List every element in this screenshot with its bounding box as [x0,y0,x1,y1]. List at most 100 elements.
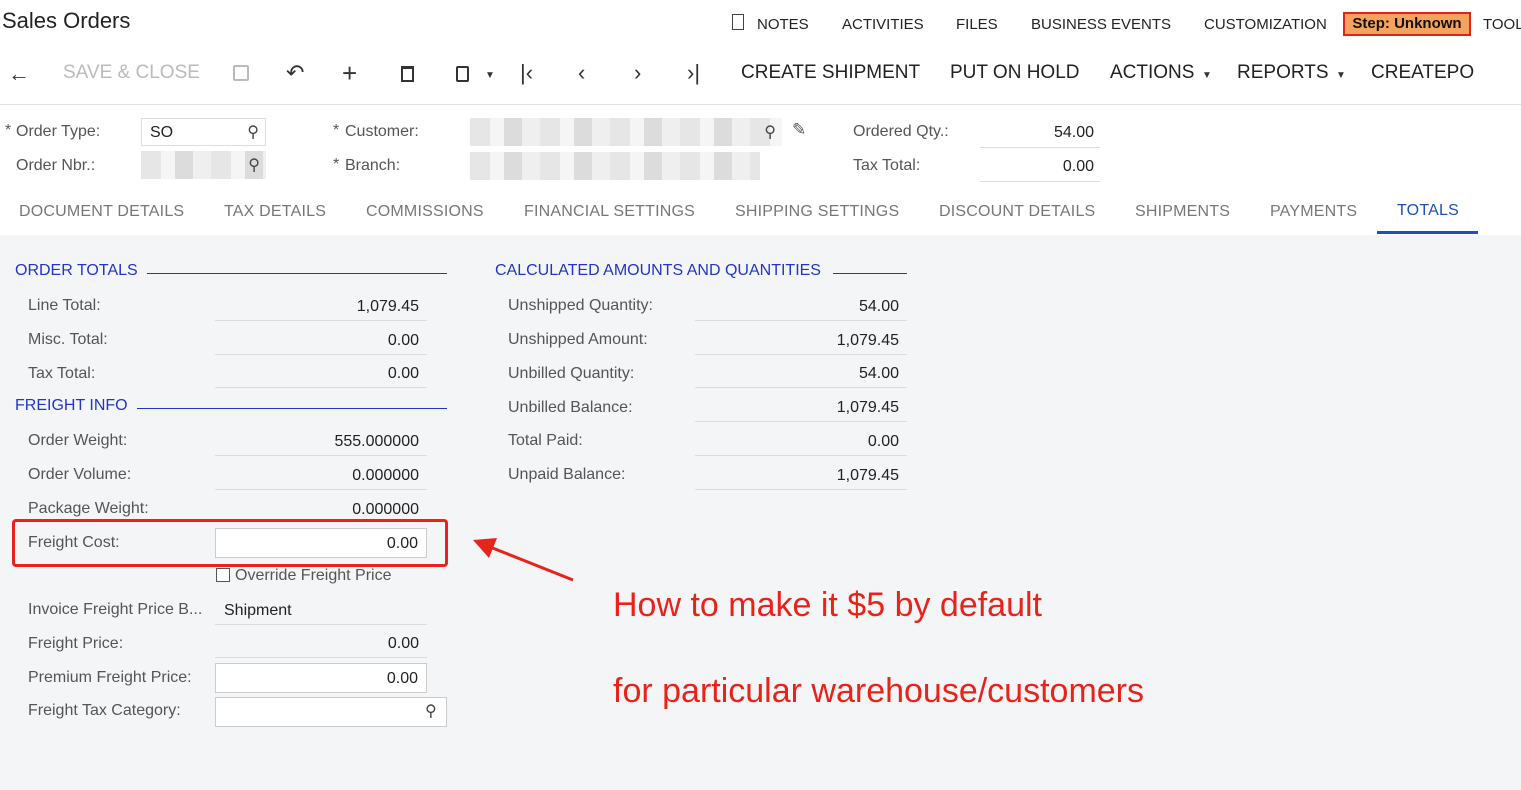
tax-total-value: 0.00 [387,365,419,382]
undo-icon[interactable]: ↶ [286,60,304,86]
annotation-arrow-icon [473,538,574,582]
underline [695,354,907,355]
underline [695,455,907,456]
override-freight-price-label: Override Freight Price [235,567,392,584]
createpo-button[interactable]: CREATEPO [1371,62,1474,84]
section-divider [137,408,447,409]
tax-total-value: 0.00 [1062,158,1094,175]
create-shipment-button[interactable]: CREATE SHIPMENT [741,62,920,84]
files-link[interactable]: FILES [956,16,998,33]
tab-commissions[interactable]: COMMISSIONS [366,203,484,221]
copy-paste-icon[interactable] [456,66,469,82]
tab-document-details[interactable]: DOCUMENT DETAILS [19,203,184,221]
total-paid-value: 0.00 [867,433,899,450]
put-on-hold-button[interactable]: PUT ON HOLD [950,62,1080,84]
section-divider [833,273,907,274]
add-icon[interactable]: + [342,58,357,89]
section-order-totals: ORDER TOTALS [15,262,138,279]
step-badge: Step: Unknown [1343,12,1471,36]
search-icon[interactable]: ⚲ [425,701,437,721]
delete-icon[interactable] [401,66,414,82]
unbilled-quantity-value: 54.00 [858,365,899,382]
tab-tax-details[interactable]: TAX DETAILS [224,203,326,221]
underline [215,624,427,625]
tab-payments[interactable]: PAYMENTS [1270,203,1357,221]
last-record-icon[interactable]: ›| [687,60,700,86]
order-volume-label: Order Volume: [28,466,132,483]
save-icon[interactable] [233,65,249,81]
freight-tax-category-input[interactable] [215,697,447,727]
tab-financial-settings[interactable]: FINANCIAL SETTINGS [524,203,695,221]
tab-discount-details[interactable]: DISCOUNT DETAILS [939,203,1095,221]
annotation-text-line1: How to make it $5 by default [613,586,1043,624]
customization-link[interactable]: CUSTOMIZATION [1204,16,1327,33]
tools-link[interactable]: TOOL [1483,16,1521,33]
notes-link[interactable]: NOTES [757,16,809,33]
search-icon[interactable]: ⚲ [247,122,259,142]
line-total-value: 1,079.45 [356,298,419,315]
section-calculated-amounts: CALCULATED AMOUNTS AND QUANTITIES [495,262,821,279]
order-weight-value: 555.000000 [334,433,419,450]
ordered-qty-label: Ordered Qty.: [853,123,949,140]
actions-menu[interactable]: ACTIONS [1110,62,1194,84]
freight-tax-category-label: Freight Tax Category: [28,702,181,719]
order-type-field[interactable]: SO ⚲ [141,118,266,146]
tax-total-label: Tax Total: [853,157,921,174]
search-icon[interactable]: ⚲ [764,122,776,142]
customer-label: Customer: [345,123,419,140]
previous-record-icon[interactable]: ‹ [578,60,585,86]
underline [215,387,427,388]
edit-icon[interactable]: ✎ [792,120,806,140]
required-mark: * [333,156,340,173]
override-freight-price-checkbox[interactable] [216,568,230,582]
toolbar-divider [0,104,1521,105]
branch-field[interactable] [470,152,760,180]
required-mark: * [5,122,12,139]
tab-totals[interactable]: TOTALS [1397,202,1459,220]
active-tab-indicator [1377,231,1478,234]
premium-freight-price-input[interactable]: 0.00 [215,663,427,693]
ordered-qty-value: 54.00 [1053,124,1094,141]
underline [695,387,907,388]
first-record-icon[interactable]: |‹ [520,60,533,86]
underline [695,421,907,422]
tab-shipping-settings[interactable]: SHIPPING SETTINGS [735,203,899,221]
order-nbr-label: Order Nbr.: [16,157,96,174]
unshipped-amount-value: 1,079.45 [836,332,899,349]
unbilled-balance-label: Unbilled Balance: [508,399,633,416]
activities-link[interactable]: ACTIVITIES [842,16,924,33]
customer-field[interactable]: ⚲ [470,118,782,146]
back-arrow-icon[interactable]: ← [8,61,30,87]
unshipped-quantity-label: Unshipped Quantity: [508,297,653,314]
underline [215,354,427,355]
unbilled-quantity-label: Unbilled Quantity: [508,365,635,382]
freight-price-value: 0.00 [387,635,419,652]
order-volume-value: 0.000000 [352,467,419,484]
page-title: Sales Orders [2,8,131,33]
search-icon[interactable]: ⚲ [248,155,260,175]
order-nbr-field[interactable]: ⚲ [141,151,266,179]
underline [215,455,427,456]
chevron-down-icon[interactable]: ▼ [485,70,495,81]
misc-total-value: 0.00 [387,332,419,349]
save-close-button[interactable]: SAVE & CLOSE [63,62,200,84]
unbilled-balance-value: 1,079.45 [836,399,899,416]
required-mark: * [333,122,340,139]
line-total-label: Line Total: [28,297,101,314]
reports-menu[interactable]: REPORTS [1237,62,1329,84]
underline [215,657,427,658]
unshipped-amount-label: Unshipped Amount: [508,331,648,348]
next-record-icon[interactable]: › [634,60,641,86]
order-type-value: SO [150,124,174,141]
business-events-link[interactable]: BUSINESS EVENTS [1031,16,1171,33]
order-type-label: Order Type: [16,123,101,140]
underline [215,320,427,321]
invoice-freight-basis-label: Invoice Freight Price B... [28,601,203,618]
tab-shipments[interactable]: SHIPMENTS [1135,203,1230,221]
invoice-freight-basis-value[interactable]: Shipment [224,602,292,620]
freight-price-label: Freight Price: [28,635,124,652]
notes-icon[interactable] [732,14,744,30]
package-weight-label: Package Weight: [28,500,149,517]
misc-total-label: Misc. Total: [28,331,108,348]
unpaid-balance-label: Unpaid Balance: [508,466,626,483]
